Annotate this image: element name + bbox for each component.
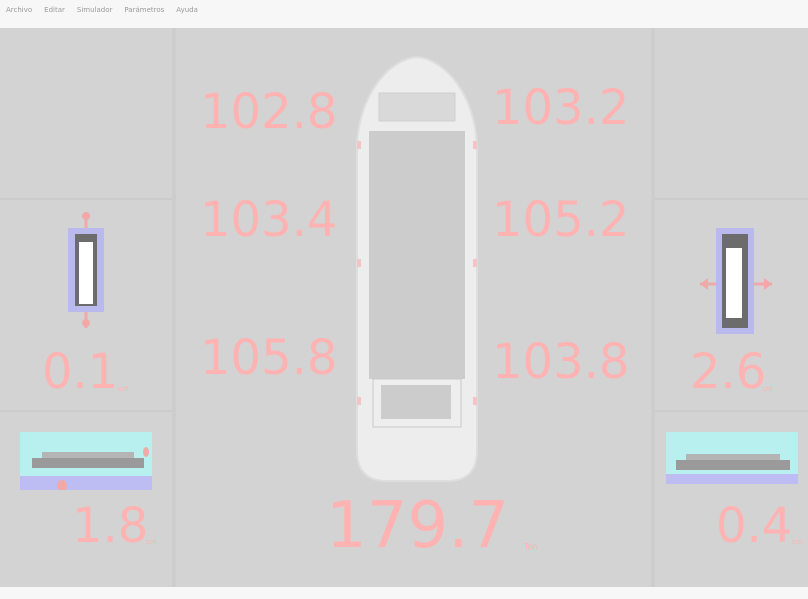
menu-help[interactable]: Ayuda bbox=[176, 6, 198, 14]
right-list-value: 2.6 bbox=[690, 344, 767, 400]
status-bar bbox=[0, 587, 808, 599]
draft-fore-starboard: 103.2 bbox=[492, 80, 630, 136]
left-divider-top bbox=[0, 198, 172, 200]
menu-bar: Archivo Editar Simulador Parámetros Ayud… bbox=[0, 0, 808, 28]
list-gauge-icon bbox=[68, 212, 104, 328]
displacement-value: 179.7 bbox=[326, 489, 510, 563]
displacement-unit: Ton bbox=[524, 542, 538, 551]
left-divider-bottom bbox=[0, 410, 172, 412]
menu-file[interactable]: Archivo bbox=[6, 6, 32, 14]
right-list-unit: cm bbox=[762, 385, 773, 393]
trim-gauge-icon bbox=[20, 432, 152, 492]
right-trim-indicator bbox=[666, 432, 798, 484]
menu-edit[interactable]: Editar bbox=[44, 6, 65, 14]
left-list-indicator bbox=[66, 212, 106, 328]
draft-mid-port: 103.4 bbox=[200, 192, 338, 248]
vessel-icon bbox=[356, 55, 478, 482]
draft-fore-port: 102.8 bbox=[200, 84, 338, 140]
right-divider-top bbox=[655, 198, 808, 200]
menu-simulator[interactable]: Simulador bbox=[77, 6, 112, 14]
left-trim-value: 1.8 bbox=[72, 498, 149, 554]
left-list-value: 0.1 bbox=[42, 344, 119, 400]
right-trim-unit: cm bbox=[792, 538, 803, 546]
list-gauge-icon bbox=[700, 228, 772, 334]
trim-gauge-icon bbox=[666, 432, 798, 484]
left-trim-indicator bbox=[20, 432, 152, 492]
right-divider-bottom bbox=[655, 410, 808, 412]
draft-aft-starboard: 103.8 bbox=[492, 334, 630, 390]
vessel-diagram bbox=[355, 55, 479, 483]
right-trim-value: 0.4 bbox=[716, 498, 793, 554]
draft-mid-starboard: 105.2 bbox=[492, 192, 630, 248]
draft-aft-port: 105.8 bbox=[200, 330, 338, 386]
left-trim-unit: cm bbox=[146, 538, 157, 546]
menu-parameters[interactable]: Parámetros bbox=[124, 6, 164, 14]
left-list-unit: cm bbox=[118, 385, 129, 393]
right-list-indicator bbox=[700, 226, 772, 336]
